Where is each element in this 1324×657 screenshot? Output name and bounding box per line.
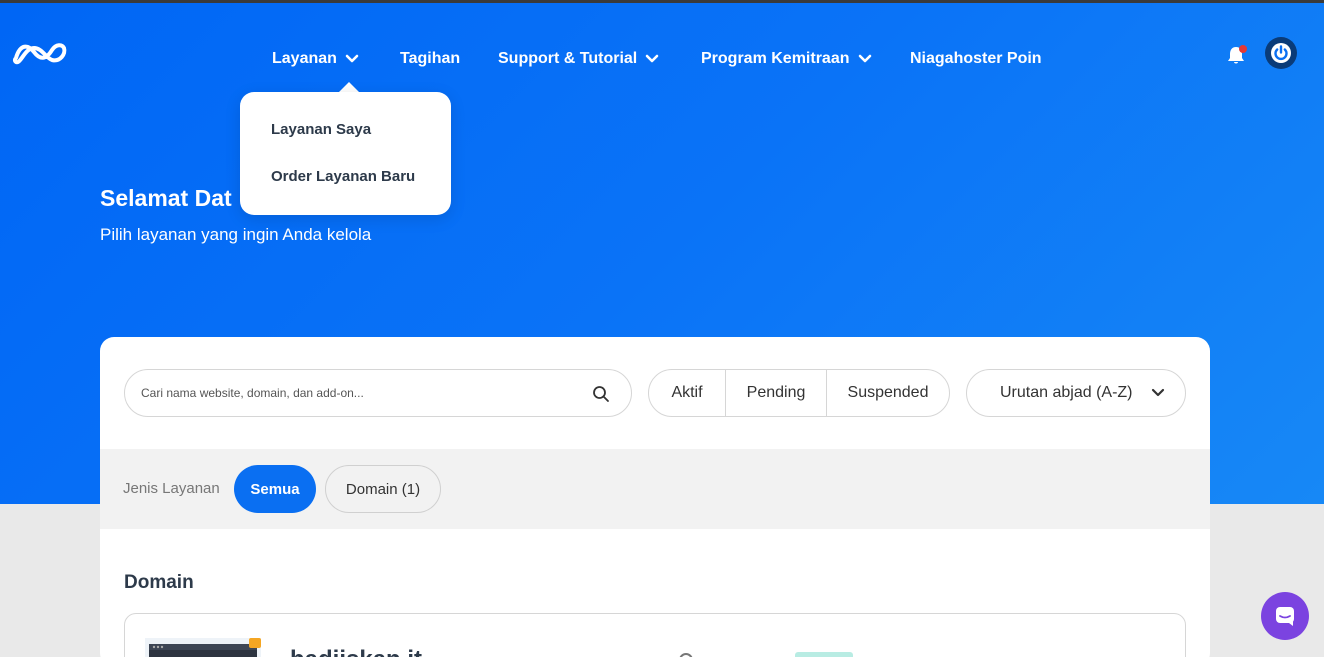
chip-semua[interactable]: Semua — [234, 465, 316, 513]
main-nav: Layanan Tagihan Support & Tutorial Progr… — [0, 50, 1324, 70]
menu-item-order-layanan-baru[interactable]: Order Layanan Baru — [271, 168, 415, 185]
nav-item-support[interactable]: Support & Tutorial — [498, 50, 659, 68]
chat-icon — [1276, 607, 1294, 626]
chevron-down-icon — [858, 54, 871, 63]
status-aktif-button[interactable]: Aktif — [649, 370, 726, 416]
bell-icon[interactable] — [1224, 43, 1248, 67]
domain-name: hadiiskan.it... — [290, 646, 442, 657]
list-item[interactable]: hadiiskan.it... — [124, 613, 1186, 657]
notification-dot — [1239, 45, 1247, 53]
status-filter-group: Aktif Pending Suspended — [648, 369, 950, 417]
chevron-down-icon — [345, 54, 359, 63]
services-card: Aktif Pending Suspended Urutan abjad (A-… — [100, 337, 1210, 657]
chevron-down-icon — [645, 54, 659, 63]
power-icon — [1271, 43, 1291, 63]
page-title: Selamat Dat — [100, 185, 232, 211]
search-input[interactable] — [141, 383, 561, 403]
power-button[interactable] — [1265, 37, 1297, 69]
service-type-filter: Jenis Layanan Semua Domain (1) — [100, 449, 1210, 529]
layanan-dropdown-menu: Layanan Saya Order Layanan Baru — [240, 92, 451, 215]
section-title: Domain — [124, 572, 194, 593]
nav-item-poin[interactable]: Niagahoster Poin — [910, 50, 1042, 68]
dropdown-caret — [339, 82, 359, 92]
page-subtitle: Pilih layanan yang ingin Anda kelola — [100, 225, 372, 244]
status-badge — [795, 652, 853, 657]
nav-item-tagihan[interactable]: Tagihan — [400, 50, 460, 68]
website-thumbnail — [145, 638, 261, 657]
search-icon[interactable] — [592, 385, 610, 403]
status-suspended-button[interactable]: Suspended — [827, 370, 949, 416]
chevron-down-icon — [1151, 388, 1165, 397]
nav-item-label: Niagahoster Poin — [910, 50, 1042, 67]
search-box — [124, 369, 632, 417]
chat-button[interactable] — [1261, 592, 1309, 640]
nav-item-label: Tagihan — [400, 50, 461, 67]
nav-item-kemitraan[interactable]: Program Kemitraan — [701, 50, 872, 68]
chip-domain[interactable]: Domain (1) — [325, 465, 441, 513]
status-indicator — [679, 653, 693, 657]
nav-item-layanan[interactable]: Layanan — [272, 50, 359, 68]
sort-select[interactable]: Urutan abjad (A-Z) — [966, 369, 1186, 417]
sort-label: Urutan abjad (A-Z) — [1000, 384, 1133, 401]
filter-label: Jenis Layanan — [123, 480, 220, 497]
nav-item-label: Support & Tutorial — [498, 50, 638, 67]
nav-item-label: Program Kemitraan — [701, 50, 850, 67]
nav-item-label: Layanan — [272, 50, 337, 67]
status-pending-button[interactable]: Pending — [726, 370, 827, 416]
menu-item-layanan-saya[interactable]: Layanan Saya — [271, 121, 371, 138]
